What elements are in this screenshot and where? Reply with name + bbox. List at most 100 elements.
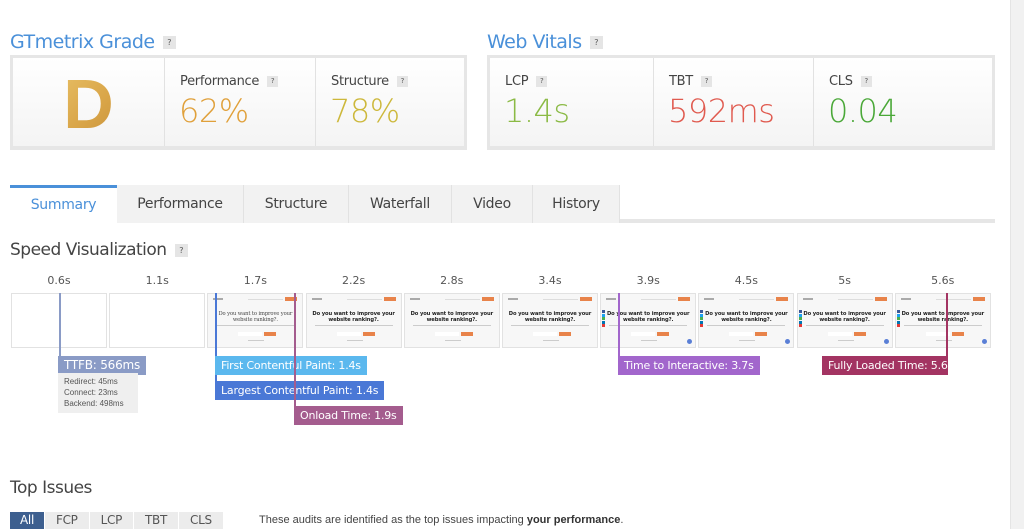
frame-input xyxy=(533,332,557,336)
web-vitals-title-text: Web Vitals xyxy=(487,31,582,53)
fully-loaded-marker-label: Fully Loaded Time: 5.6s xyxy=(822,356,953,375)
cls-value: 0.04 xyxy=(828,92,898,130)
ttfb-connect: Connect: 23ms xyxy=(64,388,118,397)
frame-footer xyxy=(543,340,559,341)
frame-subtext xyxy=(216,325,295,326)
lcp-label: LCP ? xyxy=(505,74,548,89)
filmstrip-frame[interactable]: Do you want to improve your website rank… xyxy=(305,293,402,348)
cls-cell: CLS ? 0.04 xyxy=(814,58,992,146)
grade-letter: D xyxy=(13,64,164,144)
onload-marker-line xyxy=(294,293,296,424)
filmstrip-frame[interactable]: Do you want to improve your website rank… xyxy=(207,293,304,348)
frame-footer xyxy=(837,340,854,341)
tab-summary[interactable]: Summary xyxy=(10,185,117,227)
structure-label: Structure ? xyxy=(331,74,408,89)
tab-video[interactable]: Video xyxy=(452,185,533,223)
help-icon[interactable]: ? xyxy=(536,76,548,87)
web-vitals-title: Web Vitals ? xyxy=(487,31,603,53)
filter-cls[interactable]: CLS xyxy=(179,512,223,529)
tab-waterfall[interactable]: Waterfall xyxy=(349,185,452,223)
frame-headline: Do you want to improve your website rank… xyxy=(218,311,293,323)
ttfb-redirect: Redirect: 45ms xyxy=(64,377,118,386)
help-icon[interactable]: ? xyxy=(267,76,279,87)
frame-cta xyxy=(951,332,964,336)
frame-input xyxy=(336,332,361,336)
lcp-marker-label: Largest Contentful Paint: 1.4s xyxy=(215,381,385,400)
help-icon[interactable]: ? xyxy=(162,35,176,49)
gtmetrix-grade-title-text: GTmetrix Grade xyxy=(10,31,155,53)
lcp-value: 1.4s xyxy=(504,92,570,130)
social-share-icons xyxy=(700,310,704,328)
performance-label: Performance ? xyxy=(180,74,279,89)
filmstrip-frame[interactable] xyxy=(109,293,206,348)
frame-footer xyxy=(444,340,461,341)
filmstrip-frame[interactable]: Do you want to improve your website rank… xyxy=(894,293,991,348)
frame-footer xyxy=(641,340,658,341)
tti-marker-label: Time to Interactive: 3.7s xyxy=(618,356,760,375)
filter-fcp[interactable]: FCP xyxy=(45,512,89,529)
frame-footer xyxy=(935,340,952,341)
filter-tbt[interactable]: TBT xyxy=(134,512,179,529)
top-issues-filters: All FCP LCP TBT CLS xyxy=(10,512,224,529)
performance-cell: Performance ? 62% xyxy=(165,58,316,146)
help-icon[interactable]: ? xyxy=(396,76,408,87)
frame-navbar xyxy=(508,297,592,301)
frame-input xyxy=(827,332,852,336)
frame-cta xyxy=(460,332,473,336)
frame-subtext xyxy=(314,325,393,326)
filter-all[interactable]: All xyxy=(10,512,44,529)
tab-structure[interactable]: Structure xyxy=(244,185,349,223)
filmstrip-frame[interactable]: Do you want to improve your website rank… xyxy=(600,293,697,348)
timeline-tick: 1.1s xyxy=(145,274,169,287)
social-share-icons xyxy=(798,310,802,328)
frame-cta xyxy=(657,332,670,336)
structure-value: 78% xyxy=(330,92,400,130)
filmstrip-frame[interactable]: Do you want to improve your website rank… xyxy=(502,293,598,348)
speed-visualization-title: Speed Visualization ? xyxy=(10,240,188,260)
frame-input xyxy=(631,332,656,336)
filmstrip-frame[interactable]: Do you want to improve your website rank… xyxy=(698,293,795,348)
frame-headline: Do you want to improve your website rank… xyxy=(606,311,690,323)
frame-headline: Do you want to improve your website rank… xyxy=(312,311,395,323)
timeline-tick: 0.6s xyxy=(47,274,71,287)
description-bold: your performance xyxy=(526,514,621,526)
frame-headline: Do you want to improve your website rank… xyxy=(410,311,494,323)
description-prefix: These audits are identified as the top i… xyxy=(259,514,527,526)
top-issues-title: Top Issues xyxy=(10,478,92,498)
filmstrip-frame[interactable]: Do you want to improve your website rank… xyxy=(403,293,500,348)
help-icon[interactable]: ? xyxy=(700,76,712,87)
frame-cta xyxy=(853,332,866,336)
help-icon[interactable]: ? xyxy=(860,76,872,87)
frame-headline: Do you want to improve your website rank… xyxy=(803,311,886,323)
frame-subtext xyxy=(511,325,589,326)
timeline-tick: 3.4s xyxy=(538,274,562,287)
chat-icon xyxy=(785,339,791,344)
tab-performance[interactable]: Performance xyxy=(117,185,244,223)
frame-footer xyxy=(739,340,756,341)
frame-cta xyxy=(264,332,277,336)
tab-history[interactable]: History xyxy=(533,185,620,223)
timeline-tick: 2.2s xyxy=(341,274,366,287)
frame-cta xyxy=(755,332,768,336)
onload-marker-label: Onload Time: 1.9s xyxy=(294,406,403,425)
frame-navbar xyxy=(213,297,298,301)
frame-footer xyxy=(248,340,265,341)
help-icon[interactable]: ? xyxy=(174,243,188,257)
frame-navbar xyxy=(704,297,789,301)
speed-visualization-title-text: Speed Visualization xyxy=(10,240,167,260)
frame-navbar xyxy=(409,297,494,301)
filmstrip-frame[interactable]: Do you want to improve your website rank… xyxy=(796,293,893,348)
filter-lcp[interactable]: LCP xyxy=(89,512,134,529)
chat-icon xyxy=(687,339,693,344)
help-icon[interactable]: ? xyxy=(589,35,603,49)
page-scrollbar[interactable] xyxy=(1010,0,1024,529)
gtmetrix-grade-title: GTmetrix Grade ? xyxy=(10,31,176,53)
performance-value: 62% xyxy=(179,92,249,130)
ttfb-backend: Backend: 498ms xyxy=(64,399,124,408)
grade-cell: D xyxy=(13,58,165,146)
gtmetrix-grade-card: D Performance ? 62% Structure ? 78% xyxy=(10,55,467,150)
lcp-cell: LCP ? 1.4s xyxy=(490,58,654,146)
frame-cta xyxy=(362,332,375,336)
frame-navbar xyxy=(802,297,887,301)
ttfb-marker-line xyxy=(59,293,61,357)
